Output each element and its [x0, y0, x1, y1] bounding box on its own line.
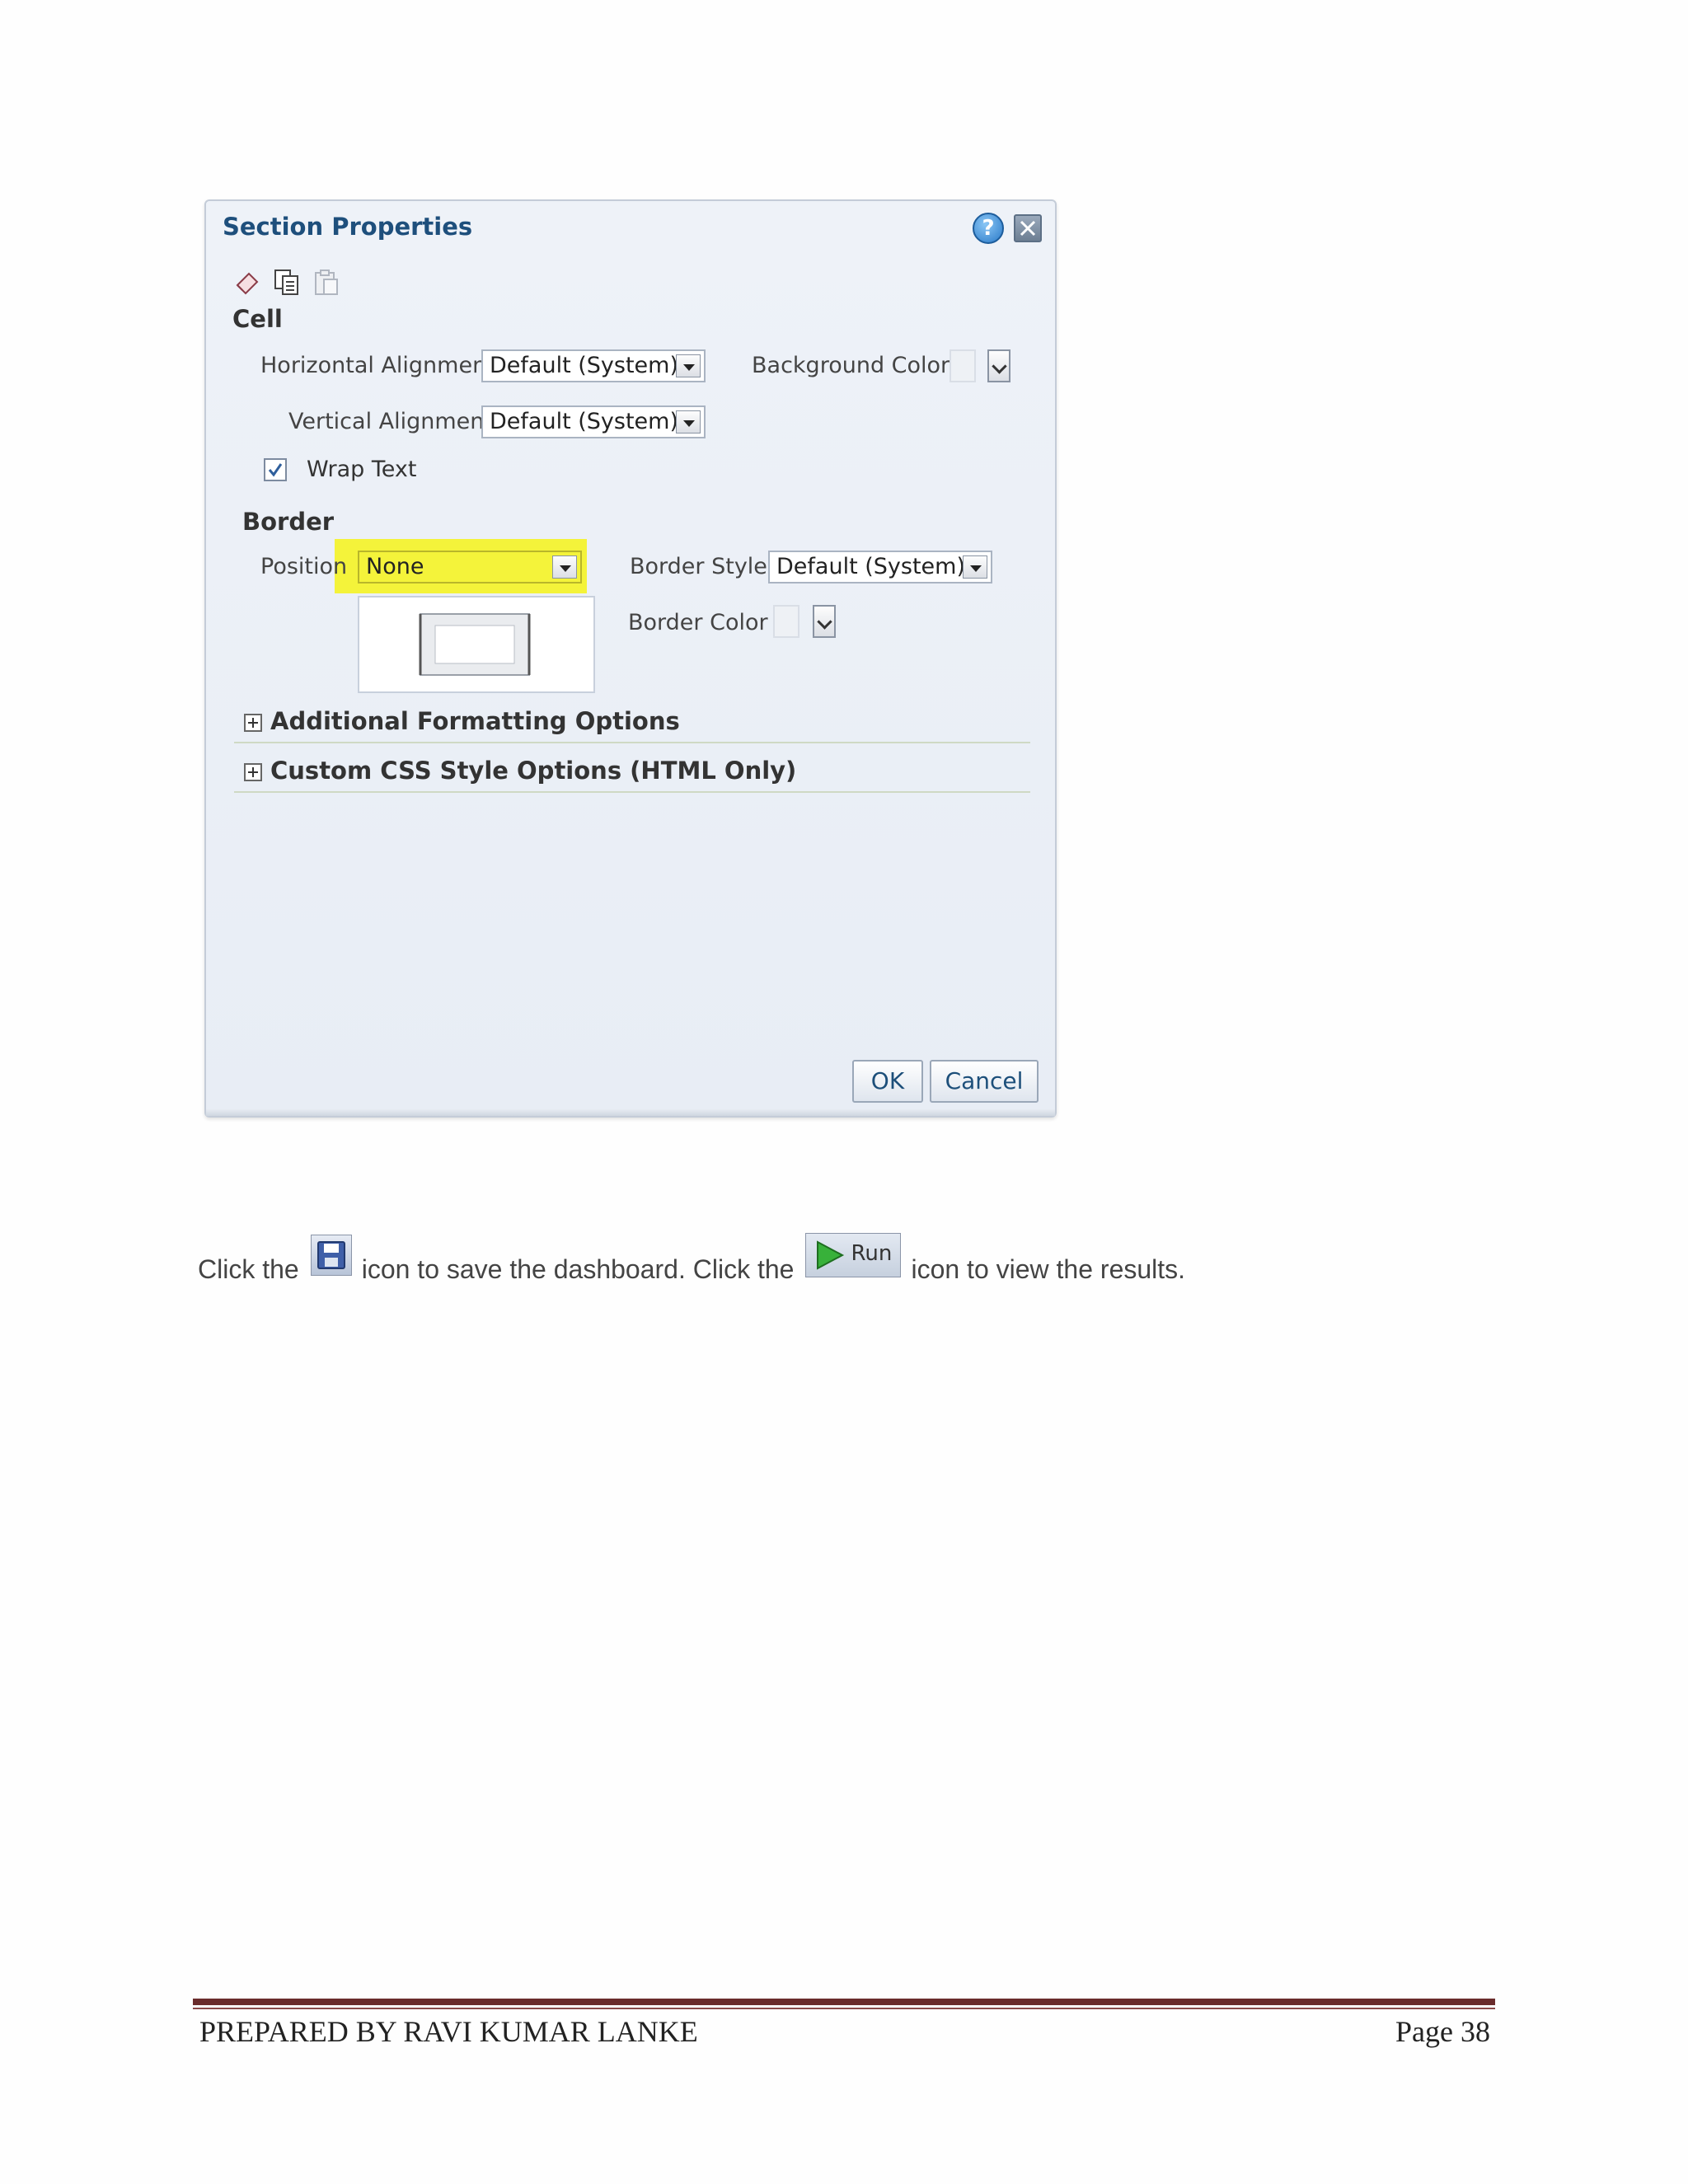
vertical-alignment-value: Default (System) [490, 409, 678, 434]
close-icon[interactable] [1014, 214, 1042, 242]
footer-rule [193, 1999, 1495, 2005]
position-value: None [366, 554, 424, 579]
expand-plus-icon[interactable] [244, 714, 262, 732]
border-style-select[interactable]: Default (System) [768, 551, 992, 583]
border-color-dropdown[interactable] [813, 605, 836, 638]
additional-formatting-toggle[interactable]: Additional Formatting Options [270, 707, 680, 735]
wrap-text-label: Wrap Text [307, 457, 417, 482]
run-label: Run [851, 1241, 893, 1266]
background-color-dropdown[interactable] [987, 349, 1010, 382]
help-icon[interactable]: ? [973, 213, 1004, 244]
instruction-line: Click the icon to save the dashboard. Cl… [198, 1228, 1185, 1286]
section-properties-dialog: Section Properties ? Cell Horizontal Ali… [204, 199, 1057, 1118]
section-divider [234, 791, 1030, 793]
background-color-swatch[interactable] [950, 349, 976, 382]
border-heading: Border [242, 508, 335, 536]
clear-eraser-icon[interactable] [232, 267, 262, 297]
horizontal-alignment-select[interactable]: Default (System) [481, 349, 706, 382]
horizontal-alignment-label: Horizontal Alignment [260, 353, 495, 378]
custom-css-toggle[interactable]: Custom CSS Style Options (HTML Only) [270, 757, 796, 785]
chevron-down-icon[interactable] [963, 555, 987, 579]
copy-icon[interactable] [272, 267, 302, 297]
cell-heading: Cell [232, 305, 283, 333]
section-divider [234, 742, 1030, 743]
horizontal-alignment-value: Default (System) [490, 353, 678, 378]
instruction-part2: icon to save the dashboard. Click the [361, 1254, 795, 1284]
border-style-label: Border Style [630, 554, 767, 579]
dialog-bottom-edge [206, 1109, 1055, 1116]
position-label: Position [260, 554, 348, 579]
border-color-swatch[interactable] [773, 605, 799, 638]
ok-button[interactable]: OK [852, 1060, 923, 1103]
chevron-down-icon[interactable] [676, 354, 701, 377]
border-position-preview [358, 596, 595, 693]
save-icon [310, 1235, 352, 1276]
border-style-value: Default (System) [776, 554, 965, 579]
footer-author: PREPARED BY RAVI KUMAR LANKE [199, 2015, 698, 2048]
chevron-down-icon[interactable] [676, 410, 701, 434]
expand-plus-icon[interactable] [244, 763, 262, 781]
run-button-image: Run [805, 1233, 902, 1277]
footer-rule-thin [193, 2008, 1495, 2009]
instruction-part3: icon to view the results. [911, 1254, 1186, 1284]
chevron-down-icon[interactable] [552, 555, 577, 579]
footer-page-number: Page 38 [1395, 2015, 1490, 2048]
vertical-alignment-select[interactable]: Default (System) [481, 405, 706, 438]
vertical-alignment-label: Vertical Alignment [288, 409, 493, 434]
background-color-label: Background Color [752, 353, 950, 378]
cancel-button[interactable]: Cancel [930, 1060, 1039, 1103]
dialog-title: Section Properties [223, 213, 473, 241]
border-color-label: Border Color [628, 610, 768, 635]
position-select[interactable]: None [358, 551, 582, 583]
wrap-text-checkbox[interactable] [264, 458, 287, 481]
paste-icon[interactable] [312, 267, 341, 297]
instruction-part1: Click the [198, 1254, 299, 1284]
